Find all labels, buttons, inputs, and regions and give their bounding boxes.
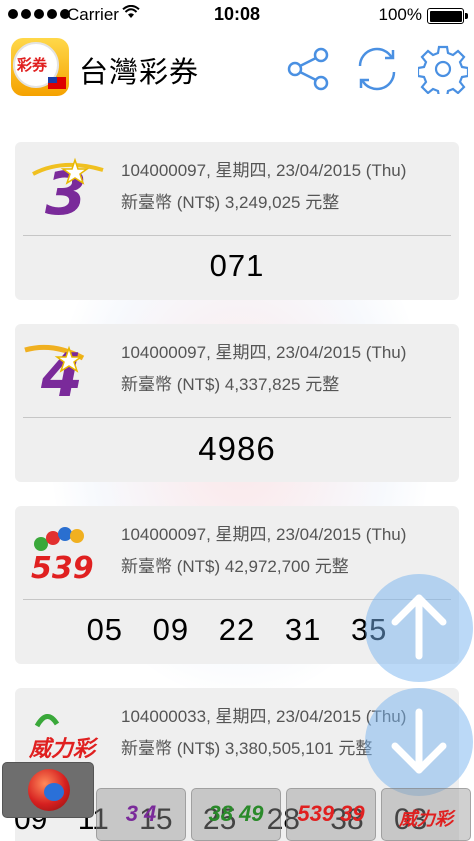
tab-539-39-label: 539 39 (297, 801, 365, 826)
game-logo-4star-icon: 4 (23, 334, 113, 411)
card-divider (23, 417, 451, 418)
battery-icon (427, 8, 468, 24)
game-logo-4star-text: 4 (40, 341, 83, 404)
lottery-card-4star[interactable]: 4 104000097, 星期四, 23/04/2015 (Thu) 新臺幣 (… (15, 324, 459, 482)
draw-info: 104000097, 星期四, 23/04/2015 (Thu) (121, 343, 407, 362)
prize-amount: 新臺幣 (NT$) 3,249,025 元整 (121, 193, 340, 212)
tab-home[interactable] (2, 762, 94, 818)
tab-power-lottery-label: 威力彩 (399, 809, 453, 829)
draw-info: 104000033, 星期四, 23/04/2015 (Thu) (121, 707, 407, 726)
results-list[interactable]: 3 104000097, 星期四, 23/04/2015 (Thu) 新臺幣 (… (0, 108, 474, 841)
card-divider (23, 235, 451, 236)
status-bar: Carrier 10:08 100% (0, 0, 474, 30)
settings-gear-icon[interactable] (416, 44, 470, 99)
scroll-up-button[interactable] (365, 574, 473, 682)
tab-power-lottery[interactable]: 威力彩 (381, 788, 471, 841)
draw-info: 104000097, 星期四, 23/04/2015 (Thu) (121, 161, 407, 180)
prize-amount: 新臺幣 (NT$) 4,337,825 元整 (121, 375, 340, 394)
game-logo-power-text: 威力彩 (28, 737, 99, 762)
taiwan-flag-icon (48, 77, 66, 89)
tab-3-4-star-label: 3 4 (125, 801, 157, 826)
share-icon[interactable] (283, 44, 333, 94)
home-globe-icon (28, 769, 70, 811)
lottery-card-3star[interactable]: 3 104000097, 星期四, 23/04/2015 (Thu) 新臺幣 (… (15, 142, 459, 300)
winning-numbers: 071 (209, 248, 265, 283)
prize-amount: 新臺幣 (NT$) 3,380,505,101 元整 (121, 739, 373, 758)
tab-539-39[interactable]: 539 39 (286, 788, 376, 841)
tab-3-4-star[interactable]: 3 4 (96, 788, 186, 841)
winning-numbers: 4986 (198, 430, 276, 467)
navbar: 彩券 台灣彩券 (0, 30, 474, 108)
game-logo-power-icon: 威力彩 (23, 698, 113, 768)
arrow-up-icon (391, 594, 447, 660)
draw-info: 104000097, 星期四, 23/04/2015 (Thu) (121, 525, 407, 544)
app-logo-text: 彩券 (17, 56, 48, 74)
game-logo-539-text: 539 (31, 551, 94, 586)
tab-38-49-label: 38 49 (208, 801, 264, 826)
prize-amount: 新臺幣 (NT$) 42,972,700 元整 (121, 557, 349, 576)
refresh-icon[interactable] (352, 44, 402, 94)
app-title: 台灣彩券 (79, 55, 200, 89)
app-logo: 彩券 (11, 38, 69, 96)
game-logo-3star-icon: 3 (23, 152, 113, 229)
game-logo-539-icon: 539 (23, 516, 113, 586)
tab-38-49[interactable]: 38 49 (191, 788, 281, 841)
battery-percentage: 100% (378, 5, 422, 24)
